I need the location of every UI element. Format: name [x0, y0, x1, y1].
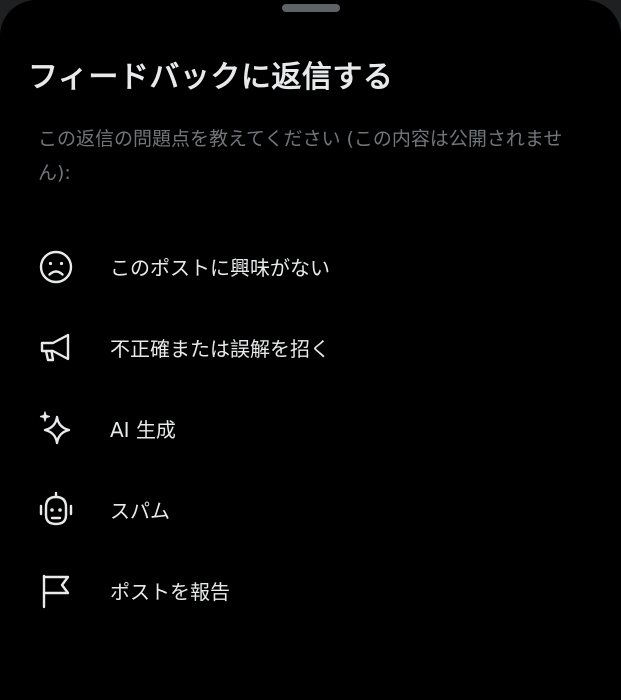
sheet-subtitle: この返信の問題点を教えてください (この内容は公開されません):	[38, 128, 563, 184]
option-not-interested[interactable]: このポストに興味がない	[0, 226, 621, 307]
flag-icon	[36, 571, 76, 611]
option-misleading[interactable]: 不正確または誤解を招く	[0, 307, 621, 388]
megaphone-icon	[36, 328, 76, 368]
feedback-options: このポストに興味がない 不正確または誤解を招く AI 生成 スパム ポストを報告	[0, 226, 621, 631]
option-ai-generated[interactable]: AI 生成	[0, 388, 621, 469]
frown-face-icon	[36, 247, 76, 287]
option-label: 不正確または誤解を招く	[110, 337, 330, 361]
grab-handle[interactable]	[281, 4, 340, 12]
robot-icon	[36, 490, 76, 530]
option-report-post[interactable]: ポストを報告	[0, 550, 621, 631]
option-label: スパム	[110, 499, 170, 523]
option-spam[interactable]: スパム	[0, 469, 621, 550]
option-label: AI 生成	[110, 418, 176, 442]
sheet-title: フィードバックに返信する	[28, 60, 394, 95]
option-label: このポストに興味がない	[110, 256, 330, 280]
option-label: ポストを報告	[110, 580, 230, 604]
sparkle-icon	[36, 409, 76, 449]
feedback-sheet: フィードバックに返信する この返信の問題点を教えてください (この内容は公開され…	[0, 0, 621, 700]
